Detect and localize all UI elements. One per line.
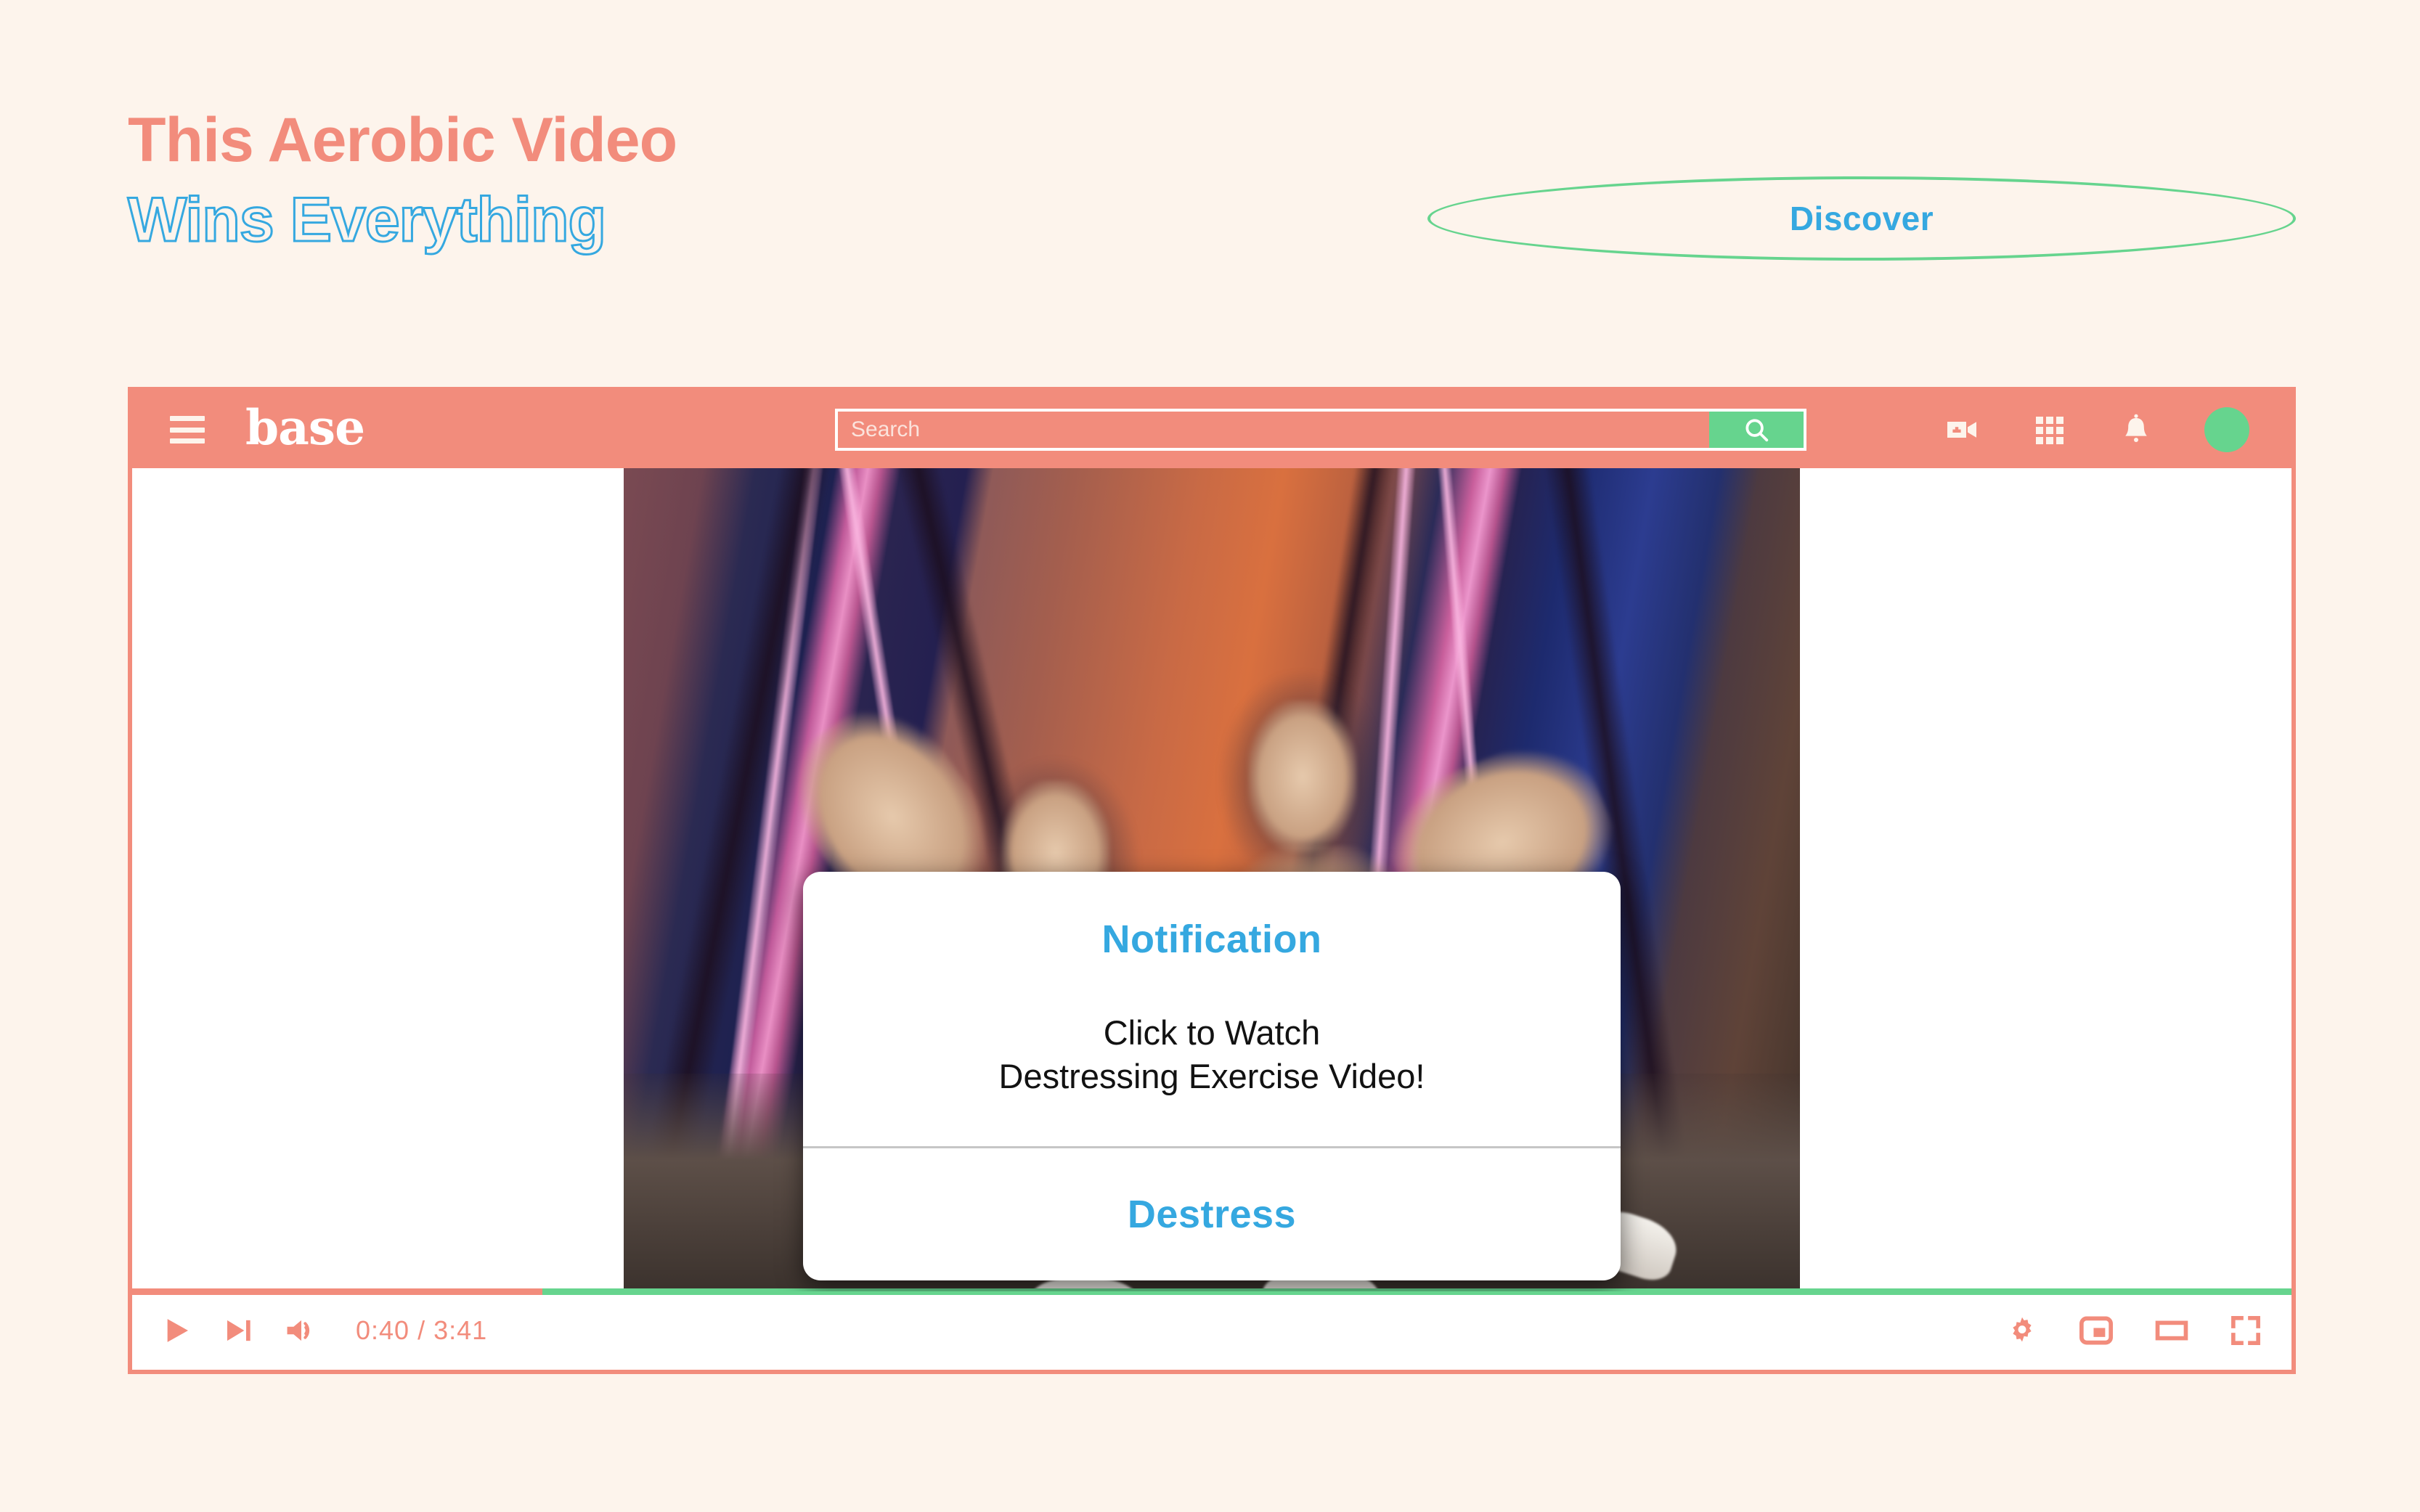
page-title-line-2: Wins Everything xyxy=(126,185,607,255)
discover-button-label: Discover xyxy=(1789,200,1934,237)
player-controls: 0:40 / 3:41 xyxy=(132,1288,2291,1370)
play-icon xyxy=(167,1319,188,1342)
dialog-content: Notification Click to Watch Destressing … xyxy=(803,872,1621,1146)
page-title: This Aerobic Video Wins Everything xyxy=(126,105,677,255)
dialog-message-line-1: Click to Watch xyxy=(1103,1013,1321,1052)
destress-button-label: Destress xyxy=(1127,1193,1297,1237)
notifications-button[interactable] xyxy=(2117,411,2155,449)
play-button[interactable] xyxy=(163,1315,192,1347)
settings-button[interactable] xyxy=(2007,1315,2037,1346)
player-controls-right xyxy=(2007,1315,2261,1346)
fullscreen-icon xyxy=(2231,1316,2260,1345)
performer-head xyxy=(1248,700,1357,853)
theater-button[interactable] xyxy=(2155,1317,2188,1344)
search-submit-button[interactable] xyxy=(1709,409,1806,451)
notification-dialog: Notification Click to Watch Destressing … xyxy=(803,872,1621,1281)
video-add-icon xyxy=(1947,422,1976,438)
progress-bar[interactable] xyxy=(132,1288,2291,1295)
destress-button[interactable]: Destress xyxy=(803,1148,1621,1280)
hamburger-icon[interactable] xyxy=(170,416,205,444)
search-icon xyxy=(1745,419,1769,442)
search-bar xyxy=(835,409,1806,451)
fullscreen-button[interactable] xyxy=(2230,1315,2261,1346)
miniplayer-button[interactable] xyxy=(2079,1316,2113,1345)
discover-button[interactable]: Discover xyxy=(1427,176,2296,261)
page-title-line-1: This Aerobic Video xyxy=(128,105,677,175)
video-player: base Search Notification Click to Watch … xyxy=(128,387,2296,1374)
apps-grid-icon xyxy=(2036,417,2063,444)
player-controls-left: 0:40 / 3:41 xyxy=(163,1315,487,1347)
app-header: base xyxy=(132,391,2291,468)
miniplayer-icon xyxy=(2079,1316,2113,1345)
theater-icon xyxy=(2155,1320,2188,1341)
next-track-icon xyxy=(227,1320,250,1341)
dialog-message: Click to Watch Destressing Exercise Vide… xyxy=(832,1011,1592,1098)
search-input[interactable] xyxy=(835,409,1709,451)
gear-icon xyxy=(2013,1317,2032,1342)
brand-logo[interactable]: base xyxy=(245,404,365,451)
next-button[interactable] xyxy=(224,1315,253,1347)
apps-button[interactable] xyxy=(2030,411,2068,449)
header-actions xyxy=(1943,407,2249,452)
video-add-button[interactable] xyxy=(1943,411,1981,449)
dialog-title: Notification xyxy=(1101,918,1322,961)
progress-played xyxy=(132,1288,543,1295)
video-stage[interactable]: Notification Click to Watch Destressing … xyxy=(132,468,2291,1291)
volume-icon xyxy=(287,1320,310,1341)
volume-button[interactable] xyxy=(285,1315,318,1347)
time-display: 0:40 / 3:41 xyxy=(356,1315,488,1345)
bell-icon xyxy=(2125,414,2147,442)
avatar[interactable] xyxy=(2204,407,2249,452)
dialog-message-line-2: Destressing Exercise Video! xyxy=(998,1057,1425,1096)
